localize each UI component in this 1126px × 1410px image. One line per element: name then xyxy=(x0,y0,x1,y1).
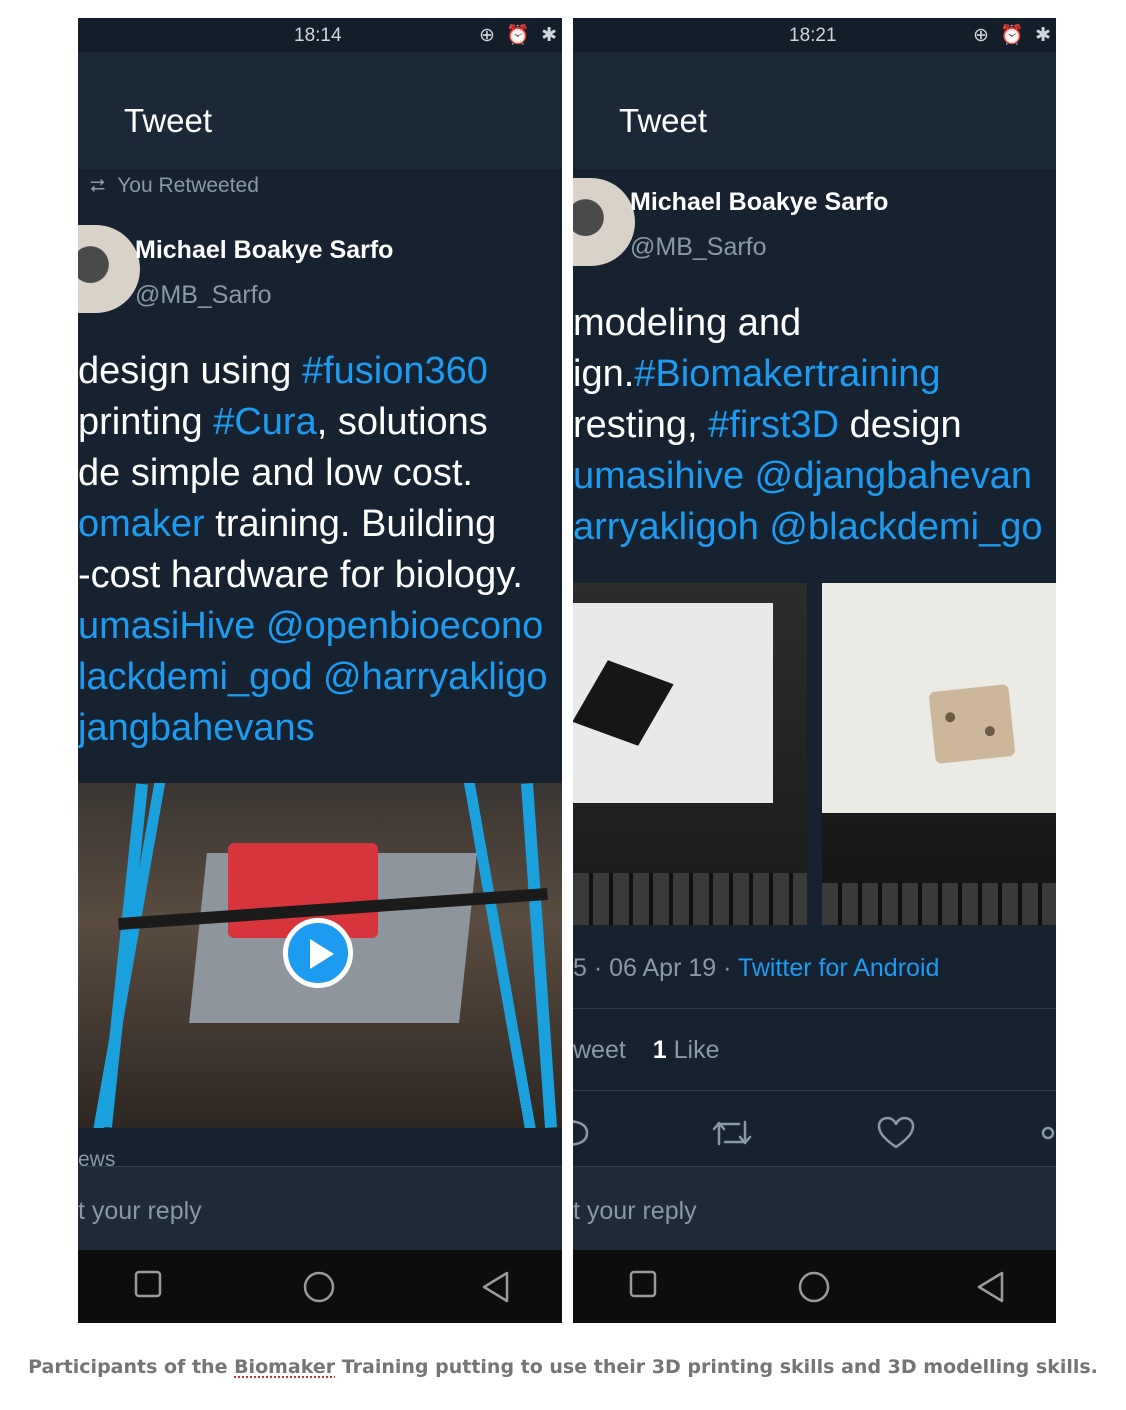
tweet-line: umasiHive @openbioecono xyxy=(78,601,547,652)
tweet-line: printing #Cura, solutions xyxy=(78,397,547,448)
tweet-text-segment: , solutions xyxy=(316,401,488,443)
tweet-source-link[interactable]: Twitter for Android xyxy=(738,954,939,982)
tweet-link[interactable]: omaker xyxy=(78,503,205,545)
tweet-text-segment: printing xyxy=(78,401,214,443)
tweet-line: modeling and xyxy=(573,298,1042,349)
like-label: Like xyxy=(673,1036,720,1064)
play-icon xyxy=(310,939,334,969)
tweet-text-segment: ign. xyxy=(573,353,635,395)
status-time: 18:14 xyxy=(294,25,342,46)
reply-bar[interactable]: t your reply xyxy=(573,1166,1056,1251)
tweet-text-segment: training. Building xyxy=(204,503,497,545)
status-time: 18:21 xyxy=(789,25,837,46)
reply-input[interactable]: t your reply xyxy=(573,1197,697,1226)
status-icons: ⊕ ⏰ ✱ xyxy=(478,25,560,46)
laptop-screen xyxy=(573,603,773,803)
likes-stat[interactable]: 1 Like xyxy=(653,1036,720,1064)
status-bar: 18:14 ⊕ ⏰ ✱ xyxy=(78,18,562,52)
laptop-screen xyxy=(822,583,1056,813)
printer-frame xyxy=(520,783,558,1128)
circle-icon[interactable] xyxy=(302,1270,336,1304)
divider xyxy=(573,1008,1056,1009)
tweet-line: design using #fusion360 xyxy=(78,346,547,397)
tweet-line: umasihive @djangbahevan xyxy=(573,451,1042,502)
tweet-text: design using #fusion360 printing #Cura, … xyxy=(78,346,547,754)
dice-model xyxy=(928,684,1016,764)
tweet-text-segment: -cost hardware for biology. xyxy=(78,554,523,596)
triangle-back-icon[interactable] xyxy=(480,1270,510,1304)
caption-end: Training putting to use their 3D printin… xyxy=(335,1356,1098,1378)
tweet-line: ign.#Biomakertraining xyxy=(573,349,1042,400)
tweet-line: lackdemi_god @harryakligo xyxy=(78,652,547,703)
retweet-indicator: ⮂ You Retweeted xyxy=(90,174,259,198)
like-count: 1 xyxy=(652,1036,667,1064)
black-cube-model xyxy=(573,660,674,746)
tweet-header: Tweet xyxy=(78,52,562,171)
author-name[interactable]: Michael Boakye Sarfo xyxy=(135,236,393,265)
tweet-text: modeling and ign.#Biomakertraining resting… xyxy=(573,298,1042,553)
right-phone-screenshot: 18:21 ⊕ ⏰ ✱ Tweet Michael Boakye Sarfo @… xyxy=(573,18,1056,1323)
printer-frame xyxy=(100,783,148,1128)
page-title: Tweet xyxy=(124,102,213,139)
tweet-link[interactable]: #Cura xyxy=(213,401,317,443)
heart-icon[interactable] xyxy=(877,1116,915,1150)
author-name[interactable]: Michael Boakye Sarfo xyxy=(630,188,888,217)
tweet-line: -cost hardware for biology. xyxy=(78,550,547,601)
tweet-link[interactable]: jangbahevans xyxy=(78,707,315,749)
tweet-text-segment: modeling and xyxy=(573,302,802,344)
photo-dice-model[interactable] xyxy=(822,583,1056,925)
square-icon[interactable] xyxy=(629,1270,657,1298)
avatar[interactable] xyxy=(78,225,140,313)
tweet-link[interactable]: #Biomakertraining xyxy=(634,353,940,395)
page-title: Tweet xyxy=(619,102,708,139)
tweet-stats: weet 1 Like xyxy=(573,1036,720,1065)
tweet-text-segment: de simple and low cost. xyxy=(78,452,473,494)
figure-caption: Participants of the Biomaker Training pu… xyxy=(0,1356,1126,1378)
author-handle[interactable]: @MB_Sarfo xyxy=(135,281,272,310)
video-thumbnail[interactable] xyxy=(78,783,562,1128)
tweet-text-segment: design xyxy=(839,404,962,446)
caption-flagged-word: Biomaker xyxy=(234,1356,336,1378)
tweet-line: resting, #first3D design xyxy=(573,400,1042,451)
triangle-back-icon[interactable] xyxy=(975,1270,1005,1304)
tweet-line: omaker training. Building xyxy=(78,499,547,550)
retweet-icon[interactable] xyxy=(711,1116,753,1150)
divider xyxy=(573,1090,1056,1091)
caption-start: Participants of the xyxy=(28,1356,235,1378)
reply-input[interactable]: t your reply xyxy=(78,1197,202,1226)
tweet-link[interactable]: umasiHive @openbioecono xyxy=(78,605,543,647)
tweet-line: de simple and low cost. xyxy=(78,448,547,499)
tweet-link[interactable]: umasihive @djangbahevan xyxy=(573,455,1032,497)
tweet-text-segment: design using xyxy=(78,350,302,392)
tweet-line: jangbahevans xyxy=(78,703,547,754)
tweet-link[interactable]: lackdemi_god @harryakligo xyxy=(78,656,547,698)
reply-bar[interactable]: t your reply xyxy=(78,1166,562,1251)
retweets-stat[interactable]: weet xyxy=(573,1036,626,1064)
laptop-keyboard xyxy=(573,873,807,925)
play-button[interactable] xyxy=(283,918,353,988)
share-icon[interactable] xyxy=(1041,1126,1056,1141)
tweet-link[interactable]: arryakligoh @blackdemi_go xyxy=(573,506,1042,548)
tweet-text-segment: resting, xyxy=(573,404,709,446)
tweet-link[interactable]: #fusion360 xyxy=(302,350,488,392)
left-phone-screenshot: 18:14 ⊕ ⏰ ✱ Tweet ⮂ You Retweeted Michael… xyxy=(78,18,562,1323)
status-bar: 18:21 ⊕ ⏰ ✱ xyxy=(573,18,1056,52)
photo-fusion360-cube[interactable] xyxy=(573,583,807,925)
retweet-label: You Retweeted xyxy=(117,174,259,197)
tweet-line: arryakligoh @blackdemi_go xyxy=(573,502,1042,553)
square-icon[interactable] xyxy=(134,1270,162,1298)
android-nav-bar xyxy=(573,1250,1056,1323)
laptop-keyboard xyxy=(822,883,1056,925)
android-nav-bar xyxy=(78,1250,562,1323)
status-icons: ⊕ ⏰ ✱ xyxy=(972,25,1054,46)
retweet-icon: ⮂ xyxy=(90,176,106,197)
tweet-link[interactable]: #first3D xyxy=(708,404,839,446)
author-handle[interactable]: @MB_Sarfo xyxy=(630,233,767,262)
avatar[interactable] xyxy=(573,178,635,266)
circle-icon[interactable] xyxy=(797,1270,831,1304)
tweet-meta: 5 · 06 Apr 19 · Twitter for Android xyxy=(573,954,939,983)
tweet-header: Tweet xyxy=(573,52,1056,171)
tweet-date: 5 · 06 Apr 19 · xyxy=(573,954,738,982)
reply-icon[interactable] xyxy=(573,1116,591,1150)
